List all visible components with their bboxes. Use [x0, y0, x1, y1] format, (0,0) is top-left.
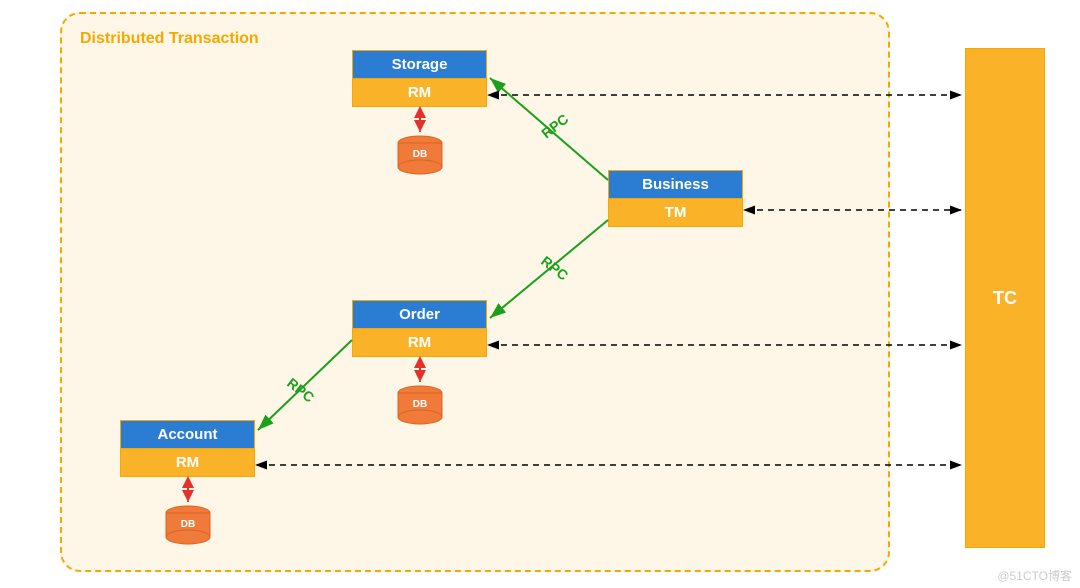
- service-business-role: TM: [608, 199, 743, 227]
- storage-db-label: DB: [395, 149, 445, 160]
- service-order-name: Order: [352, 300, 487, 329]
- account-db-label: DB: [163, 519, 213, 530]
- service-storage-role: RM: [352, 79, 487, 107]
- tc-label: TC: [993, 288, 1017, 309]
- order-db: DB: [395, 385, 445, 425]
- diagram-canvas: Distributed Transaction Storage RM DB Bu…: [0, 0, 1080, 588]
- diagram-title: Distributed Transaction: [80, 30, 259, 48]
- service-account-name: Account: [120, 420, 255, 449]
- storage-db: DB: [395, 135, 445, 175]
- watermark: @51CTO博客: [997, 567, 1072, 584]
- service-business-name: Business: [608, 170, 743, 199]
- service-business: Business TM: [608, 170, 743, 227]
- service-order-role: RM: [352, 329, 487, 357]
- service-account: Account RM: [120, 420, 255, 477]
- tc-coordinator: TC: [965, 48, 1045, 548]
- service-storage-name: Storage: [352, 50, 487, 79]
- service-storage: Storage RM: [352, 50, 487, 107]
- account-db: DB: [163, 505, 213, 545]
- service-account-role: RM: [120, 449, 255, 477]
- order-db-label: DB: [395, 399, 445, 410]
- service-order: Order RM: [352, 300, 487, 357]
